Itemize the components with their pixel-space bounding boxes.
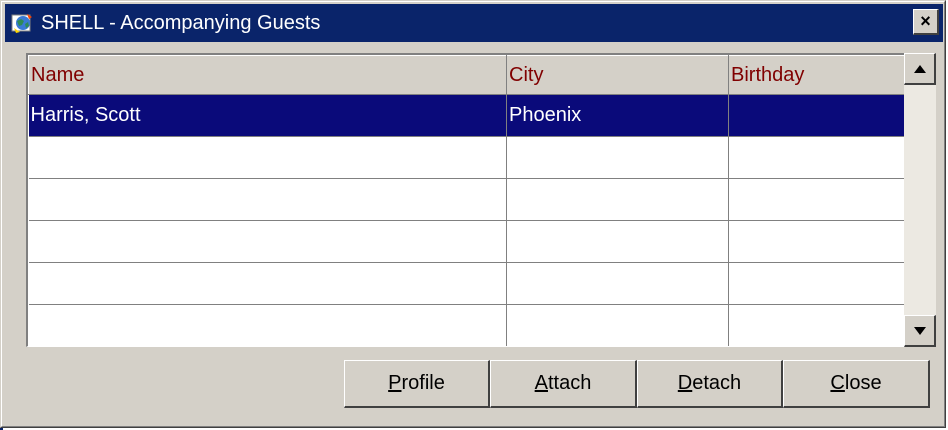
close-icon[interactable]: ×	[913, 9, 939, 35]
cell-name[interactable]	[28, 220, 507, 263]
profile-mnemonic: P	[388, 372, 402, 394]
app-globe-icon	[9, 11, 37, 35]
attach-mnemonic: A	[534, 372, 548, 394]
table-row[interactable]: Harris, Scott Phoenix	[28, 94, 904, 137]
header-row: Name City Birthday	[28, 55, 904, 95]
cell-city[interactable]: Phoenix	[506, 94, 729, 137]
cell-city[interactable]	[506, 220, 729, 263]
column-header-birthday[interactable]: Birthday	[728, 55, 904, 95]
detach-mnemonic: D	[677, 372, 693, 394]
dialog-window: SHELL - Accompanying Guests × Name City …	[0, 0, 946, 428]
profile-button[interactable]: Profile	[344, 360, 490, 408]
title-bar[interactable]: SHELL - Accompanying Guests ×	[5, 4, 943, 42]
cell-birthday[interactable]	[728, 136, 904, 179]
cell-birthday[interactable]	[728, 220, 904, 263]
window-title: SHELL - Accompanying Guests	[41, 11, 321, 34]
cell-name[interactable]	[28, 178, 507, 221]
column-header-name[interactable]: Name	[28, 55, 507, 95]
guests-grid[interactable]: Name City Birthday Harris, Scott Phoenix	[26, 53, 905, 347]
detach-button[interactable]: Detach	[637, 360, 783, 408]
guests-table: Name City Birthday Harris, Scott Phoenix	[28, 55, 904, 346]
cell-birthday[interactable]	[728, 178, 904, 221]
attach-label: ttach	[547, 372, 592, 394]
attach-button[interactable]: Attach	[490, 360, 637, 408]
table-row[interactable]	[28, 136, 904, 179]
detach-label: etach	[692, 372, 742, 394]
cell-birthday[interactable]	[728, 304, 904, 346]
vertical-scrollbar[interactable]	[904, 53, 936, 347]
scroll-down-button[interactable]	[904, 315, 936, 347]
profile-label: rofile	[401, 372, 445, 394]
cell-name[interactable]	[28, 136, 507, 179]
arrow-up-icon	[913, 64, 926, 73]
table-row[interactable]	[28, 178, 904, 221]
arrow-down-icon	[913, 326, 926, 335]
cell-city[interactable]	[506, 304, 729, 346]
column-header-city[interactable]: City	[506, 55, 729, 95]
close-button[interactable]: Close	[783, 360, 930, 408]
close-label: lose	[844, 372, 882, 394]
cell-birthday[interactable]	[728, 94, 904, 137]
cell-city[interactable]	[506, 178, 729, 221]
scroll-up-button[interactable]	[904, 53, 936, 85]
table-row[interactable]	[28, 304, 904, 346]
close-mnemonic: C	[830, 372, 845, 394]
table-row[interactable]	[28, 220, 904, 263]
cell-name[interactable]	[28, 304, 507, 346]
table-row[interactable]	[28, 262, 904, 305]
cell-name[interactable]: Harris, Scott	[28, 94, 507, 137]
cell-city[interactable]	[506, 262, 729, 305]
cell-name[interactable]	[28, 262, 507, 305]
cell-birthday[interactable]	[728, 262, 904, 305]
cell-city[interactable]	[506, 136, 729, 179]
